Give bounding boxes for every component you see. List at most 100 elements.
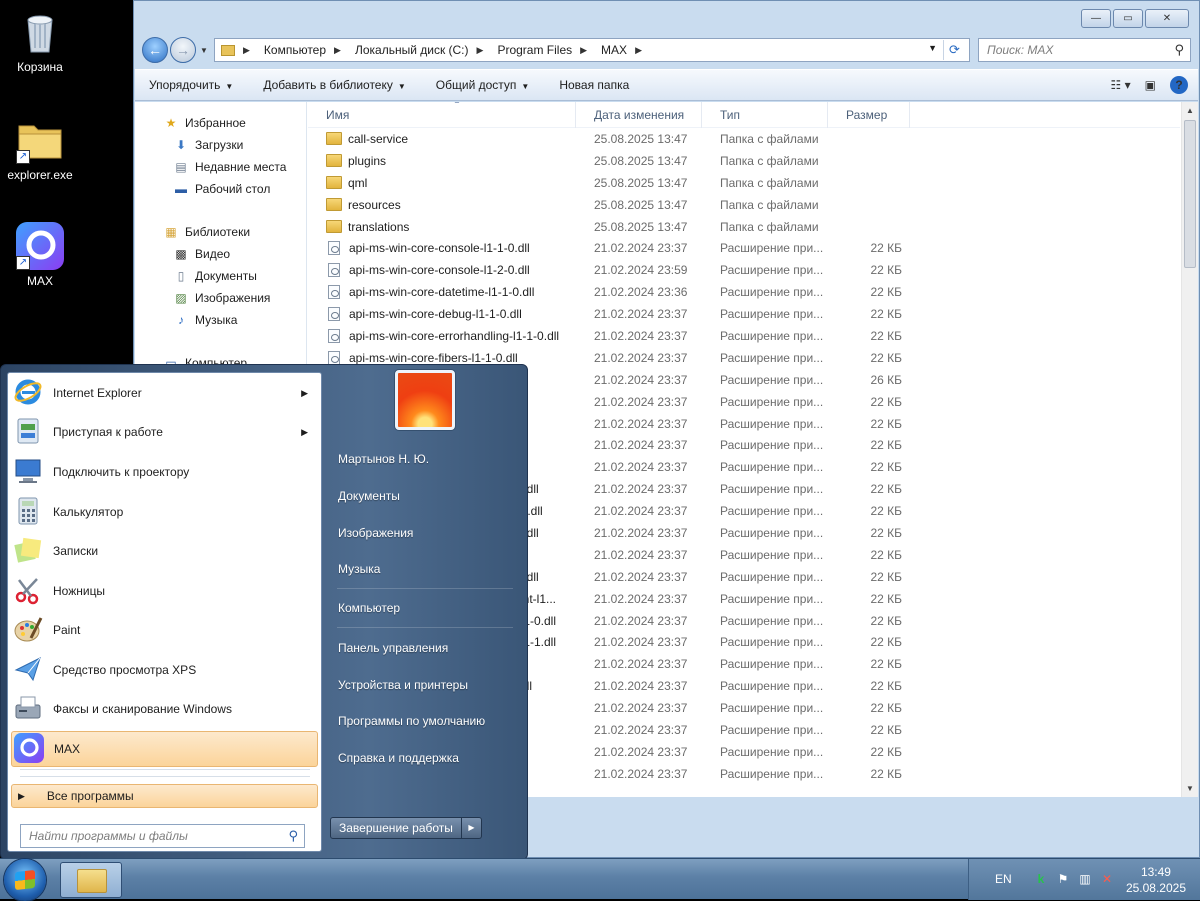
- file-type-cell: Расширение при...: [720, 285, 824, 300]
- file-date-cell: 25.08.2025 13:47: [594, 197, 688, 212]
- nav-recent-places[interactable]: ▤ Недавние места: [135, 156, 306, 178]
- scroll-thumb[interactable]: [1184, 120, 1196, 268]
- start-computer[interactable]: Компьютер: [338, 601, 400, 615]
- file-name-cell: resources: [308, 198, 576, 212]
- breadcrumb-local-disk[interactable]: Локальный диск (C:): [355, 43, 469, 57]
- scroll-up-icon[interactable]: ▲: [1182, 102, 1198, 119]
- clock[interactable]: 13:49 25.08.2025: [1126, 864, 1186, 896]
- column-header-size[interactable]: Размер: [828, 102, 910, 128]
- action-center-flag-icon[interactable]: ⚑: [1055, 871, 1071, 887]
- breadcrumb-program-files[interactable]: Program Files: [497, 43, 572, 57]
- nav-favorites[interactable]: ★ Избранное: [135, 112, 306, 134]
- back-button[interactable]: ←: [142, 37, 168, 63]
- file-row[interactable]: api-ms-win-core-debug-l1-1-0.dll 21.02.20…: [308, 303, 1180, 325]
- start-help-support[interactable]: Справка и поддержка: [338, 751, 459, 765]
- file-size-cell: 22 КБ: [870, 504, 902, 519]
- desktop-icon-explorer[interactable]: ↗ explorer.exe: [0, 116, 80, 182]
- desktop-icon-recycle-bin[interactable]: Корзина: [0, 8, 80, 74]
- file-row[interactable]: qml 25.08.2025 13:47 Папка с файлами: [308, 172, 1180, 194]
- volume-muted-icon[interactable]: ✕: [1099, 871, 1115, 887]
- file-row[interactable]: api-ms-win-core-console-l1-1-0.dll 21.02.…: [308, 237, 1180, 259]
- breadcrumb-arrow[interactable]: ▶: [580, 45, 593, 56]
- start-user-name[interactable]: Мартынов Н. Ю.: [338, 452, 429, 466]
- start-devices-printers[interactable]: Устройства и принтеры: [338, 678, 468, 692]
- file-row[interactable]: translations 25.08.2025 13:47 Папка с файл…: [308, 216, 1180, 238]
- taskbar-explorer-button[interactable]: [60, 862, 122, 898]
- file-row[interactable]: resources 25.08.2025 13:47 Папка с файлами: [308, 194, 1180, 216]
- start-program-item[interactable]: Подключить к проектору: [11, 454, 318, 490]
- nav-downloads[interactable]: ⬇ Загрузки: [135, 134, 306, 156]
- kaspersky-icon[interactable]: k: [1033, 871, 1049, 887]
- start-program-item[interactable]: Факсы и сканирование Windows: [11, 691, 318, 727]
- start-music[interactable]: Музыка: [338, 562, 380, 576]
- breadcrumb-arrow[interactable]: ▶: [243, 45, 256, 56]
- start-default-programs[interactable]: Программы по умолчанию: [338, 714, 485, 728]
- view-options-icon[interactable]: ☷ ▾: [1111, 78, 1131, 92]
- file-type-cell: Расширение при...: [720, 328, 824, 343]
- help-icon[interactable]: ?: [1170, 76, 1188, 94]
- search-input[interactable]: Поиск: MAX ⚲: [978, 38, 1191, 62]
- column-header-date[interactable]: Дата изменения: [576, 102, 702, 128]
- nav-documents[interactable]: ▯ Документы: [135, 265, 306, 287]
- column-header-type[interactable]: Тип: [702, 102, 828, 128]
- start-program-item[interactable]: Ножницы: [11, 573, 318, 609]
- network-icon[interactable]: ▥: [1077, 871, 1093, 887]
- start-program-item[interactable]: Калькулятор: [11, 494, 318, 530]
- start-program-label: Подключить к проектору: [53, 465, 190, 479]
- start-documents[interactable]: Документы: [338, 489, 400, 503]
- breadcrumb-arrow[interactable]: ▶: [477, 45, 490, 56]
- start-program-item[interactable]: MAX: [11, 731, 318, 767]
- share-menu[interactable]: Общий доступ ▼: [436, 78, 530, 92]
- start-program-item[interactable]: Записки: [11, 533, 318, 569]
- scroll-down-icon[interactable]: ▼: [1182, 780, 1198, 797]
- nav-music[interactable]: ♪ Музыка: [135, 309, 306, 331]
- new-folder-button[interactable]: Новая папка: [559, 78, 629, 92]
- minimize-button[interactable]: —: [1081, 9, 1111, 28]
- file-row[interactable]: api-ms-win-core-datetime-l1-1-0.dll 21.02…: [308, 281, 1180, 303]
- user-picture[interactable]: [395, 370, 455, 430]
- start-search-input[interactable]: Найти программы и файлы ⚲: [20, 824, 305, 848]
- nav-desktop[interactable]: ▬ Рабочий стол: [135, 178, 306, 200]
- file-row[interactable]: api-ms-win-core-errorhandling-l1-1-0.dll…: [308, 325, 1180, 347]
- breadcrumb-max[interactable]: MAX: [601, 43, 627, 57]
- file-row[interactable]: api-ms-win-core-console-l1-2-0.dll 21.02.…: [308, 259, 1180, 281]
- all-programs-button[interactable]: ▶ Все программы: [11, 784, 318, 808]
- start-pictures[interactable]: Изображения: [338, 526, 413, 540]
- breadcrumb-computer[interactable]: Компьютер: [264, 43, 326, 57]
- start-button[interactable]: [4, 859, 46, 901]
- nav-libraries[interactable]: ▦ Библиотеки: [135, 221, 306, 243]
- file-row[interactable]: call-service 25.08.2025 13:47 Папка с файл…: [308, 128, 1180, 150]
- forward-button[interactable]: →: [170, 37, 196, 63]
- file-row[interactable]: plugins 25.08.2025 13:47 Папка с файлами: [308, 150, 1180, 172]
- breadcrumb-arrow[interactable]: ▶: [334, 45, 347, 56]
- organize-menu[interactable]: Упорядочить ▼: [149, 78, 233, 92]
- close-button[interactable]: ✕: [1145, 9, 1189, 28]
- column-header-name[interactable]: Имя: [308, 102, 576, 128]
- recent-pages-dropdown[interactable]: ▼: [198, 46, 210, 55]
- start-program-item[interactable]: Приступая к работе ▶: [11, 414, 318, 450]
- desktop-icon-max[interactable]: ↗ MAX: [0, 222, 80, 288]
- start-program-item[interactable]: Paint: [11, 612, 318, 648]
- maximize-button[interactable]: ▭: [1113, 9, 1143, 28]
- vertical-scrollbar[interactable]: ▲ ▼: [1181, 102, 1198, 797]
- start-control-panel[interactable]: Панель управления: [338, 641, 448, 655]
- file-type-cell: Папка с файлами: [720, 197, 819, 212]
- downloads-icon: ⬇: [175, 138, 187, 152]
- refresh-icon[interactable]: ⟳: [943, 40, 965, 60]
- submenu-arrow-icon[interactable]: ▶: [301, 427, 308, 438]
- nav-pictures[interactable]: ▨ Изображения: [135, 287, 306, 309]
- add-to-library-menu[interactable]: Добавить в библиотеку ▼: [263, 78, 405, 92]
- breadcrumb-arrow[interactable]: ▶: [635, 45, 648, 56]
- address-history-dropdown[interactable]: ▼: [928, 43, 937, 53]
- language-indicator[interactable]: EN: [995, 872, 1012, 886]
- start-program-item[interactable]: Средство просмотра XPS: [11, 652, 318, 688]
- start-program-item[interactable]: Internet Explorer ▶: [11, 375, 318, 411]
- file-name-cell: qml: [308, 176, 576, 190]
- nav-video[interactable]: ▩ Видео: [135, 243, 306, 265]
- shutdown-options-arrow[interactable]: ▶: [461, 817, 482, 839]
- preview-pane-icon[interactable]: ▣: [1145, 78, 1156, 92]
- max-icon: [14, 733, 46, 765]
- shutdown-button[interactable]: Завершение работы: [330, 817, 462, 839]
- submenu-arrow-icon[interactable]: ▶: [301, 388, 308, 399]
- address-bar[interactable]: ▶ Компьютер ▶ Локальный диск (C:) ▶ Prog…: [214, 38, 970, 62]
